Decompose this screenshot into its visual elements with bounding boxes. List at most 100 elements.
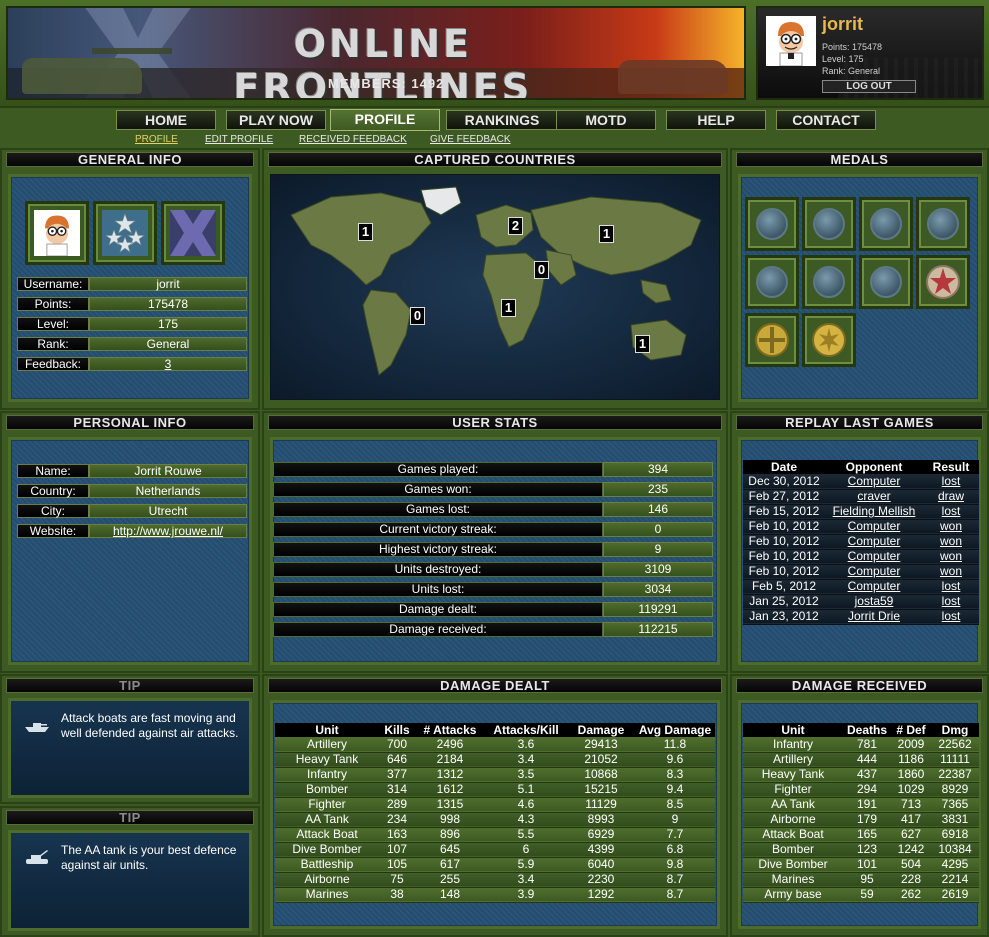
nav-rankings[interactable]: RANKINGS (446, 110, 558, 130)
table-cell: 9.6 (666, 752, 684, 766)
table-cell-link[interactable]: Fielding Mellish (825, 504, 923, 519)
table-cell-link[interactable]: Computer (825, 564, 923, 579)
table-cell-link[interactable]: Computer (825, 474, 923, 489)
nav-help[interactable]: HELP (666, 110, 766, 130)
table-row: Bomber 123 1242 10384 (743, 842, 979, 857)
damage-received-body: Unit Deaths # Def Dmg Infantry 781 2009 225… (738, 700, 981, 929)
map-marker-middle-east[interactable]: 0 (534, 261, 549, 279)
table-cell: 38 (390, 887, 404, 901)
nav-motd[interactable]: MOTD (556, 110, 656, 130)
stat-value: 112215 (603, 622, 713, 637)
table-cell: 6929 (587, 827, 615, 841)
subnav-edit-profile[interactable]: EDIT PROFILE (205, 134, 273, 145)
medal-slot-cross[interactable] (745, 313, 799, 367)
stat-label: Current victory streak: (273, 522, 603, 537)
table-cell: 1315 (436, 797, 464, 811)
table-cell: Feb 10, 2012 (748, 549, 820, 563)
stat-value: 9 (603, 542, 713, 557)
column-header: Date (770, 459, 797, 474)
nav-contact[interactable]: CONTACT (776, 110, 876, 130)
subnav-profile[interactable]: PROFILE (135, 134, 178, 145)
medals-panel: MEDALS (730, 148, 989, 410)
map-marker-south-america[interactable]: 0 (410, 307, 425, 325)
map-marker-australia[interactable]: 1 (635, 335, 650, 353)
table-cell: Jan 25, 2012 (749, 594, 819, 608)
nav-profile[interactable]: PROFILE (330, 109, 440, 131)
tip-text: Attack boats are fast moving and well de… (61, 711, 239, 740)
table-cell: 1242 (897, 842, 925, 856)
damage-dealt-table: Unit Kills # Attacks Attacks/Kill Damage… (275, 723, 715, 903)
table-row: Battleship 105 617 5.9 6040 9.8 (275, 857, 715, 872)
table-cell-link[interactable]: Computer (825, 549, 923, 564)
aa-tank-icon (26, 850, 48, 864)
table-cell: 504 (900, 857, 922, 871)
panel-title: MEDALS (736, 152, 983, 167)
table-cell: 5.1 (517, 782, 535, 796)
table-cell: 437 (856, 767, 878, 781)
table-cell: Bomber (305, 782, 349, 796)
table-cell: 3.4 (517, 752, 535, 766)
table-cell: 444 (856, 752, 878, 766)
table-cell-link[interactable]: won (923, 534, 979, 549)
table-cell: 9.8 (666, 857, 684, 871)
table-cell-link[interactable]: josta59 (825, 594, 923, 609)
table-cell: 9 (671, 812, 679, 826)
website-link[interactable]: http://www.jrouwe.nl/ (89, 524, 247, 538)
subnav-give-feedback[interactable]: GIVE FEEDBACK (430, 134, 511, 145)
table-cell-link[interactable]: Computer (825, 534, 923, 549)
user-level: Level: 175 (822, 54, 864, 64)
stat-value: 235 (603, 482, 713, 497)
table-cell: 713 (900, 797, 922, 811)
table-row: Dive Bomber 107 645 6 4399 6.8 (275, 842, 715, 857)
table-cell: Feb 27, 2012 (748, 489, 820, 503)
table-cell: 3831 (941, 812, 969, 826)
table-cell-link[interactable]: Jorrit Drie (825, 609, 923, 624)
subnav-received-feedback[interactable]: RECEIVED FEEDBACK (299, 134, 407, 145)
medal-slot-empty (745, 197, 799, 251)
table-cell-link[interactable]: lost (923, 579, 979, 594)
nav-home[interactable]: HOME (116, 110, 216, 130)
name-value: Jorrit Rouwe (89, 464, 247, 478)
faction-slot (161, 201, 225, 265)
table-cell: 8.3 (666, 767, 684, 781)
table-row: Feb 10, 2012 Computer won (743, 564, 979, 579)
nav-play-now[interactable]: PLAY NOW (226, 110, 326, 130)
table-row: Dec 30, 2012 Computer lost (743, 474, 979, 489)
map-marker-north-america[interactable]: 1 (358, 223, 373, 241)
medals-body (738, 174, 981, 402)
table-cell: 8993 (587, 812, 615, 826)
table-cell: 1860 (897, 767, 925, 781)
table-row: Marines 95 228 2214 (743, 872, 979, 887)
table-cell: 417 (900, 812, 922, 826)
user-name[interactable]: jorrit (822, 14, 863, 35)
table-cell-link[interactable]: draw (923, 489, 979, 504)
table-cell-link[interactable]: lost (923, 609, 979, 624)
logout-button[interactable]: LOG OUT (822, 80, 916, 93)
stat-label: Games lost: (273, 502, 603, 517)
map-marker-asia[interactable]: 1 (599, 225, 614, 243)
stat-label: Units lost: (273, 582, 603, 597)
table-cell-link[interactable]: won (923, 564, 979, 579)
table-cell: AA Tank (305, 812, 349, 826)
table-cell-link[interactable]: won (923, 549, 979, 564)
medal-slot-sun[interactable] (802, 313, 856, 367)
map-marker-africa[interactable]: 1 (501, 299, 516, 317)
replay-panel: REPLAY LAST GAMES Date Opponent Result D… (730, 411, 989, 673)
table-cell: Airborne (304, 872, 350, 886)
table-cell: 3.9 (517, 887, 535, 901)
table-cell-link[interactable]: lost (923, 504, 979, 519)
table-cell-link[interactable]: won (923, 519, 979, 534)
table-cell: 2184 (436, 752, 464, 766)
table-cell-link[interactable]: craver (825, 489, 923, 504)
table-cell-link[interactable]: lost (923, 594, 979, 609)
table-cell: 2214 (941, 872, 969, 886)
table-cell-link[interactable]: lost (923, 474, 979, 489)
table-cell-link[interactable]: Computer (825, 579, 923, 594)
feedback-link[interactable]: 3 (89, 357, 247, 371)
table-cell: 3.4 (517, 872, 535, 886)
map-marker-europe[interactable]: 2 (508, 217, 523, 235)
damage-dealt-panel: DAMAGE DEALT Unit Kills # Attacks Attack… (262, 674, 728, 937)
table-cell-link[interactable]: Computer (825, 519, 923, 534)
user-points: Points: 175478 (822, 42, 883, 52)
medal-slot-star[interactable] (916, 255, 970, 309)
